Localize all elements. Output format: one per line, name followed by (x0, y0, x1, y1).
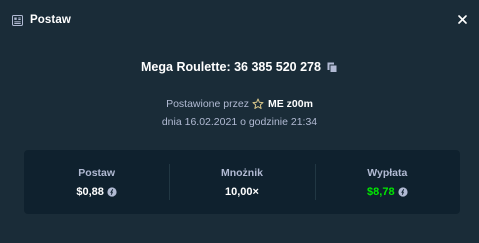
receipt-icon (12, 14, 23, 26)
copy-icon[interactable] (327, 62, 338, 73)
stat-payout-value-row: $8,78 (367, 186, 408, 198)
bet-title: Mega Roulette: 36 385 520 278 (0, 60, 479, 74)
placed-by-line: Postawione przez ME z00m (0, 98, 479, 110)
stat-multiplier-value: 10,00× (225, 185, 259, 198)
stat-multiplier: Mnożnik 10,00× (169, 150, 314, 214)
stat-multiplier-label: Mnożnik (220, 166, 263, 179)
username[interactable]: ME z00m (268, 98, 313, 110)
modal-header: Postaw (0, 0, 479, 40)
coin-icon (107, 186, 117, 197)
stat-payout-value: $8,78 (367, 185, 395, 198)
coin-icon (397, 186, 408, 197)
bet-title-text: Mega Roulette: 36 385 520 278 (141, 60, 321, 74)
modal-title: Postaw (30, 14, 71, 26)
stat-bet-label: Postaw (78, 166, 116, 179)
placed-by-prefix: Postawione przez (166, 98, 249, 110)
stat-bet-value-row: $0,88 (76, 186, 117, 198)
stat-payout-label: Wypłata (367, 166, 408, 179)
star-icon (252, 98, 264, 110)
bet-stats-panel: Postaw $0,88 Mnożnik 10,00× Wypłata $8,7… (24, 150, 460, 214)
bet-details-modal: Postaw Mega Roulette: 36 385 520 278 Pos… (0, 0, 479, 243)
placed-date: dnia 16.02.2021 o godzinie 21:34 (161, 116, 318, 128)
close-icon[interactable] (455, 12, 469, 26)
stat-bet-value: $0,88 (76, 185, 104, 198)
stat-bet: Postaw $0,88 (24, 150, 169, 214)
stat-payout: Wypłata $8,78 (314, 150, 460, 214)
